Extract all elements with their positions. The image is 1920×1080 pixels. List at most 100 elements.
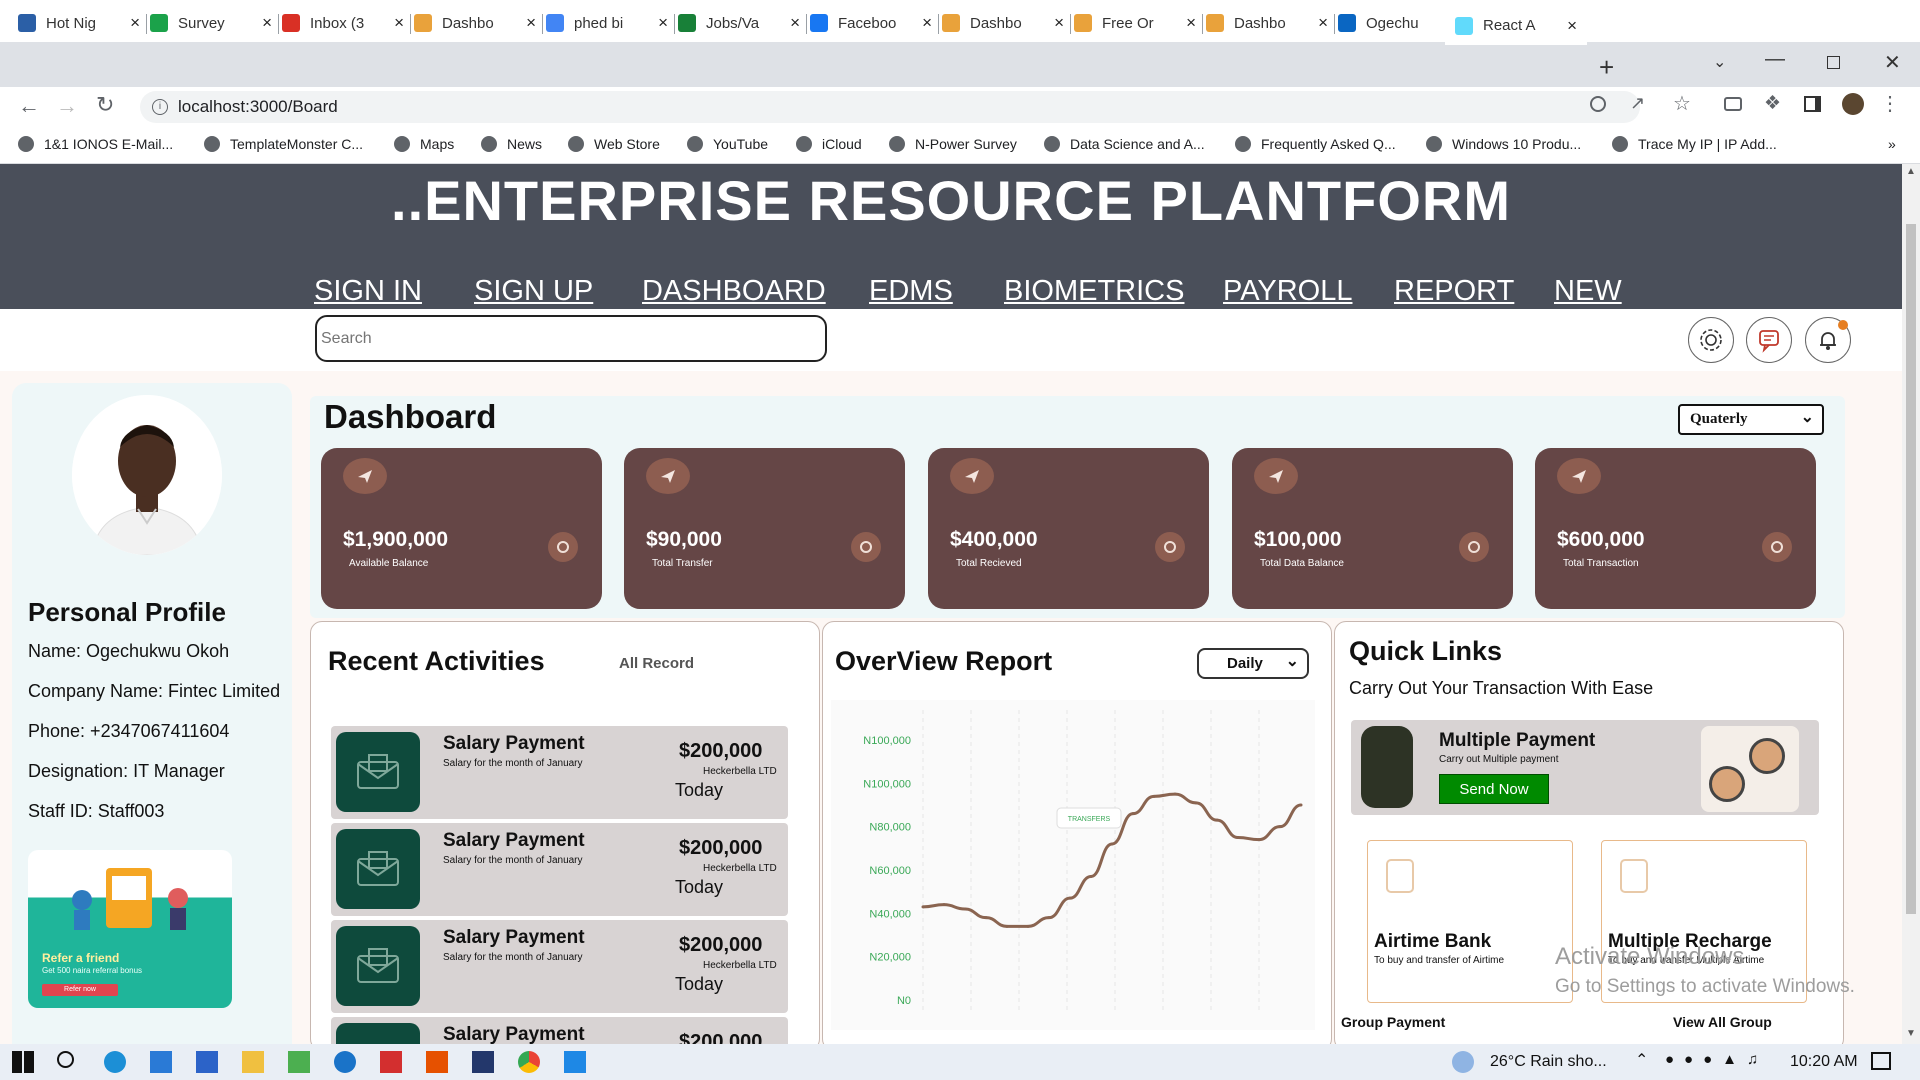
- bookmarks-overflow-icon[interactable]: »: [1888, 136, 1896, 152]
- page-scrollbar[interactable]: ▲ ▼: [1902, 164, 1920, 1044]
- refer-now-button[interactable]: Refer now: [42, 984, 118, 996]
- tab-close-icon[interactable]: ×: [1054, 13, 1064, 33]
- summary-card[interactable]: $90,000 Total Transfer: [624, 448, 905, 609]
- overview-period-select[interactable]: Daily ⌄: [1197, 648, 1309, 679]
- browser-tab[interactable]: Faceboo ×: [810, 8, 932, 38]
- summary-card[interactable]: $1,900,000 Available Balance: [321, 448, 602, 609]
- tab-close-icon[interactable]: ×: [394, 13, 404, 33]
- close-window-button[interactable]: ✕: [1884, 50, 1901, 75]
- scrollbar-thumb[interactable]: [1906, 224, 1916, 914]
- refer-banner[interactable]: Refer a friend Get 500 naira referral bo…: [28, 850, 232, 1008]
- tab-close-icon[interactable]: ×: [526, 13, 536, 33]
- minimize-button[interactable]: —: [1765, 48, 1785, 71]
- nav-link-sign-up[interactable]: SIGN UP: [474, 275, 593, 308]
- url-input[interactable]: i localhost:3000/Board: [140, 91, 1640, 123]
- period-select[interactable]: Quaterly ⌄: [1678, 404, 1824, 435]
- extensions-icon[interactable]: ❖: [1764, 92, 1781, 115]
- green-app-icon[interactable]: [288, 1051, 310, 1073]
- activity-item[interactable]: Salary PaymentSalary for the month of Ja…: [331, 726, 788, 819]
- activity-item[interactable]: Salary PaymentSalary for the month of Ja…: [331, 823, 788, 916]
- tab-search-icon[interactable]: ⌄: [1713, 52, 1726, 72]
- tray-chevron-icon[interactable]: ⌃: [1635, 1050, 1648, 1070]
- browser-tab[interactable]: Dashbo ×: [414, 8, 536, 38]
- notifications-button[interactable]: [1805, 317, 1851, 363]
- app-icon[interactable]: [334, 1051, 356, 1073]
- clock-time[interactable]: 10:20 AM: [1790, 1053, 1858, 1071]
- notification-center-icon[interactable]: [1871, 1052, 1891, 1070]
- tab-close-icon[interactable]: ×: [658, 13, 668, 33]
- bookmark-item[interactable]: Windows 10 Produ...: [1426, 136, 1581, 152]
- summary-card[interactable]: $100,000 Total Data Balance: [1232, 448, 1513, 609]
- zoom-icon[interactable]: [1590, 96, 1606, 112]
- tab-close-icon[interactable]: ×: [790, 13, 800, 33]
- bookmark-item[interactable]: News: [481, 136, 542, 152]
- bookmark-star-icon[interactable]: ☆: [1673, 91, 1691, 116]
- browser-menu-icon[interactable]: ⋮: [1880, 91, 1900, 116]
- browser-tab[interactable]: Free Or ×: [1074, 8, 1196, 38]
- mail-icon[interactable]: [196, 1051, 218, 1073]
- forward-icon[interactable]: →: [56, 93, 78, 119]
- search-icon[interactable]: [57, 1051, 74, 1068]
- activity-item[interactable]: Salary PaymentSalary for the month of Ja…: [331, 1017, 788, 1044]
- bookmark-item[interactable]: iCloud: [796, 136, 862, 152]
- messages-button[interactable]: [1746, 317, 1792, 363]
- cast-icon[interactable]: [1724, 97, 1742, 111]
- orange-app-icon[interactable]: [426, 1051, 448, 1073]
- maximize-button[interactable]: [1827, 56, 1840, 69]
- browser-tab[interactable]: Ogechu×: [1338, 8, 1460, 38]
- summary-card[interactable]: $600,000 Total Transaction: [1535, 448, 1816, 609]
- activity-item[interactable]: Salary PaymentSalary for the month of Ja…: [331, 920, 788, 1013]
- terminal-icon[interactable]: [472, 1051, 494, 1073]
- bookmark-item[interactable]: YouTube: [687, 136, 768, 152]
- browser-tab[interactable]: Survey ×: [150, 8, 272, 38]
- tab-close-icon[interactable]: ×: [1186, 13, 1196, 33]
- windows-start-icon[interactable]: [12, 1051, 34, 1073]
- file-explorer-icon[interactable]: [242, 1051, 264, 1073]
- nav-link-dashboard[interactable]: DASHBOARD: [642, 275, 826, 308]
- browser-tab[interactable]: phed bi ×: [546, 8, 668, 38]
- weather-text[interactable]: 26°C Rain sho...: [1490, 1053, 1607, 1071]
- vscode-icon[interactable]: [564, 1051, 586, 1073]
- browser-tab[interactable]: React A ×: [1445, 6, 1587, 45]
- tab-close-icon[interactable]: ×: [1318, 13, 1328, 33]
- summary-card[interactable]: $400,000 Total Recieved: [928, 448, 1209, 609]
- bookmark-item[interactable]: Web Store: [568, 136, 660, 152]
- bookmark-item[interactable]: Maps: [394, 136, 454, 152]
- tab-close-icon[interactable]: ×: [922, 13, 932, 33]
- airtime-bank-card[interactable]: Airtime Bank To buy and transfer of Airt…: [1367, 840, 1573, 1003]
- tray-icons[interactable]: ●●●▲♫: [1665, 1051, 1768, 1068]
- store-icon[interactable]: [150, 1051, 172, 1073]
- browser-tab[interactable]: Dashbo ×: [942, 8, 1064, 38]
- back-icon[interactable]: ←: [18, 93, 40, 119]
- nav-link-sign-in[interactable]: SIGN IN: [314, 275, 422, 308]
- send-now-button[interactable]: Send Now: [1439, 774, 1549, 804]
- chrome-icon[interactable]: [518, 1051, 540, 1073]
- browser-tab[interactable]: Hot Nig ×: [18, 8, 140, 38]
- edge-icon[interactable]: [104, 1051, 126, 1073]
- nav-link-biometrics[interactable]: BIOMETRICS: [1004, 275, 1184, 308]
- reload-icon[interactable]: ↻: [96, 92, 114, 118]
- nav-link-new[interactable]: NEW: [1554, 275, 1622, 308]
- nav-link-edms[interactable]: EDMS: [869, 275, 953, 308]
- browser-tab[interactable]: Inbox (3 ×: [282, 8, 404, 38]
- bookmark-item[interactable]: 1&1 IONOS E-Mail...: [18, 136, 173, 152]
- info-icon[interactable]: i: [152, 99, 168, 115]
- scroll-down-arrow[interactable]: ▼: [1906, 1028, 1916, 1039]
- browser-tab[interactable]: Jobs/Va ×: [678, 8, 800, 38]
- new-tab-button[interactable]: +: [1599, 52, 1614, 83]
- browser-tab[interactable]: Dashbo ×: [1206, 8, 1328, 38]
- profile-avatar-icon[interactable]: [1842, 93, 1864, 115]
- tab-close-icon[interactable]: ×: [130, 13, 140, 33]
- view-all-group-link[interactable]: View All Group: [1673, 1014, 1772, 1030]
- all-record-link[interactable]: All Record: [619, 655, 694, 672]
- settings-button[interactable]: [1688, 317, 1734, 363]
- nav-link-payroll[interactable]: PAYROLL: [1223, 275, 1352, 308]
- bookmark-item[interactable]: Frequently Asked Q...: [1235, 136, 1396, 152]
- bookmark-item[interactable]: TemplateMonster C...: [204, 136, 363, 152]
- bookmark-item[interactable]: Data Science and A...: [1044, 136, 1205, 152]
- share-icon[interactable]: ↗: [1630, 93, 1645, 114]
- bookmark-item[interactable]: N-Power Survey: [889, 136, 1017, 152]
- tab-close-icon[interactable]: ×: [1567, 16, 1577, 36]
- wps-icon[interactable]: [380, 1051, 402, 1073]
- search-input[interactable]: [315, 315, 827, 362]
